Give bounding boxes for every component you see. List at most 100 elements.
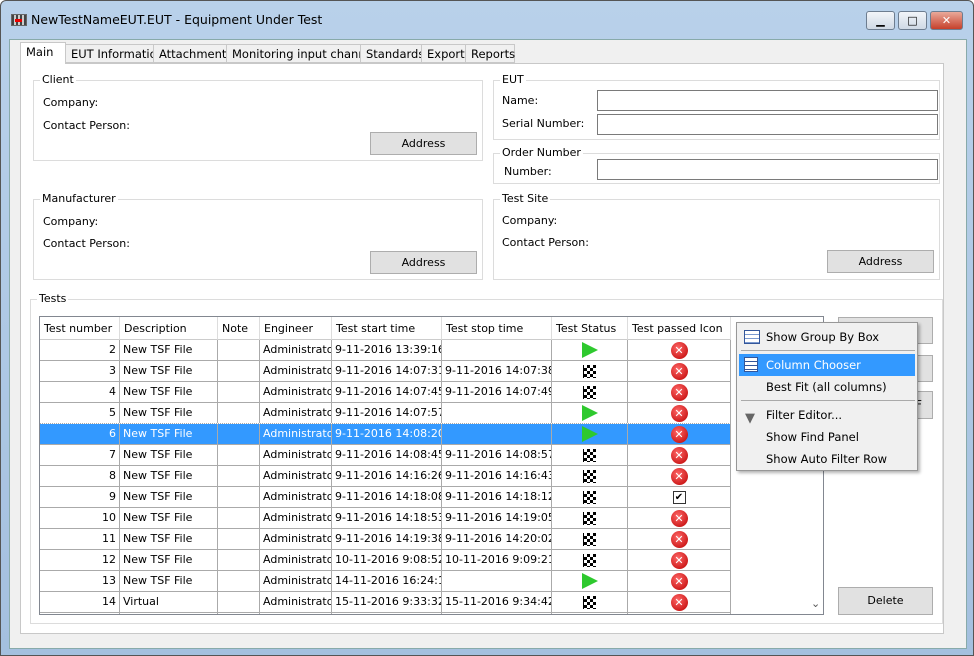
- table-row[interactable]: 6 New TSF File Administrator 9-11-2016 14:0…: [40, 423, 732, 446]
- cell-test-passed: ✕: [628, 382, 731, 403]
- cell-engineer: Administrator: [260, 424, 332, 445]
- context-menu: Show Group By Box Column Chooser Best Fi…: [736, 322, 918, 471]
- cell-test-passed: ✕: [628, 571, 731, 592]
- cell-description: [120, 613, 218, 614]
- column-header-engineer[interactable]: Engineer: [260, 317, 332, 340]
- cell-test-status: [552, 445, 628, 466]
- cell-engineer: Administrator: [260, 403, 332, 424]
- table-row[interactable]: 3 New TSF File Administrator 9-11-2016 14:0…: [40, 361, 731, 382]
- column-header-test-status[interactable]: Test Status: [552, 317, 628, 340]
- tab-monitoring-input-channels[interactable]: Monitoring input channels: [226, 44, 382, 63]
- manufacturer-contact-label: Contact Person:: [43, 237, 130, 250]
- cell-description: New TSF File: [120, 340, 218, 361]
- menu-label: Show Auto Filter Row: [766, 452, 888, 466]
- cell-test-status: [552, 571, 628, 592]
- table-row[interactable]: 11 New TSF File Administrator 9-11-2016 14:…: [40, 529, 731, 550]
- column-header-stop-time[interactable]: Test stop time: [442, 317, 552, 340]
- table-row[interactable]: 8 New TSF File Administrator 9-11-2016 14:1…: [40, 466, 731, 487]
- cell-stop-time: [442, 613, 552, 614]
- cell-note: [218, 613, 260, 614]
- scroll-down-arrow[interactable]: ⌄: [811, 597, 820, 610]
- manufacturer-company-label: Company:: [43, 215, 99, 228]
- column-header-test-number[interactable]: Test number: [40, 317, 120, 340]
- close-button[interactable]: ✕: [930, 11, 963, 30]
- cell-test-number: 10: [40, 508, 120, 529]
- cell-description: New TSF File: [120, 403, 218, 424]
- cell-stop-time: 9-11-2016 14:07:49: [442, 382, 552, 403]
- order-number-input[interactable]: [597, 159, 938, 180]
- cell-test-number: 3: [40, 361, 120, 382]
- menu-item-show-group-by-box[interactable]: Show Group By Box: [739, 326, 915, 348]
- tab-main[interactable]: Main: [20, 42, 66, 64]
- cell-start-time: 9-11-2016 14:08:45: [332, 445, 442, 466]
- cell-test-number: [40, 613, 120, 614]
- tab-export[interactable]: Export: [421, 44, 466, 63]
- cell-stop-time: [442, 571, 552, 592]
- column-header-note[interactable]: Note: [218, 317, 260, 340]
- table-row[interactable]: 5 New TSF File Administrator 9-11-2016 14:0…: [40, 403, 731, 424]
- table-row[interactable]: 4 New TSF File Administrator 9-11-2016 14:0…: [40, 382, 731, 403]
- checkered-flag-icon: [583, 511, 596, 525]
- menu-item-show-auto-filter-row[interactable]: Show Auto Filter Row: [739, 448, 915, 470]
- table-row[interactable]: 13 New TSF File Administrator 14-11-2016 16…: [40, 571, 731, 592]
- cell-test-passed: ✕: [628, 445, 731, 466]
- cell-engineer: Administrator: [260, 466, 332, 487]
- menu-item-show-find-panel[interactable]: Show Find Panel: [739, 426, 915, 448]
- table-row[interactable]: ✕: [40, 613, 731, 614]
- tab-standards[interactable]: Standards: [360, 44, 424, 63]
- failed-x-icon: ✕: [670, 509, 688, 527]
- cell-stop-time: 10-11-2016 9:09:21: [442, 550, 552, 571]
- table-row[interactable]: 14 Virtual Administrator 15-11-2016 9:33:32…: [40, 592, 731, 613]
- cell-start-time: 9-11-2016 14:19:38: [332, 529, 442, 550]
- column-header-test-passed[interactable]: Test passed Icon: [628, 317, 731, 340]
- failed-x-icon: ✕: [670, 341, 688, 359]
- cell-test-passed: ✕: [628, 508, 731, 529]
- cell-engineer: [260, 613, 332, 614]
- eut-serial-input[interactable]: [597, 114, 938, 135]
- maximize-button[interactable]: □: [898, 11, 927, 30]
- tests-legend: Tests: [37, 292, 69, 305]
- cell-test-number: 7: [40, 445, 120, 466]
- cell-test-number: 8: [40, 466, 120, 487]
- menu-label: Show Find Panel: [766, 430, 859, 444]
- failed-x-icon: ✕: [670, 467, 688, 485]
- column-header-description[interactable]: Description: [120, 317, 218, 340]
- client-address-button[interactable]: Address: [370, 132, 477, 155]
- column-header-start-time[interactable]: Test start time: [332, 317, 442, 340]
- manufacturer-address-button[interactable]: Address: [370, 251, 477, 274]
- cell-test-passed: ✕: [628, 466, 731, 487]
- cell-note: [218, 403, 260, 424]
- table-row[interactable]: 10 New TSF File Administrator 9-11-2016 14:…: [40, 508, 731, 529]
- tab-attachments[interactable]: Attachments: [153, 44, 232, 63]
- cell-test-number: 5: [40, 403, 120, 424]
- cell-description: New TSF File: [120, 382, 218, 403]
- menu-item-best-fit[interactable]: Best Fit (all columns): [739, 376, 915, 398]
- tab-eut-information[interactable]: EUT Information: [65, 44, 164, 63]
- client-company-label: Company:: [43, 96, 99, 109]
- tests-grid[interactable]: ⌄ Test number Description Note Engineer Test…: [39, 316, 824, 615]
- tab-reports[interactable]: Reports: [465, 44, 515, 63]
- cell-stop-time: 9-11-2016 14:20:02: [442, 529, 552, 550]
- cell-start-time: 9-11-2016 14:08:20: [332, 424, 442, 445]
- cell-stop-time: 9-11-2016 14:18:12: [442, 487, 552, 508]
- cell-note: [218, 508, 260, 529]
- table-row[interactable]: 7 New TSF File Administrator 9-11-2016 14:0…: [40, 445, 731, 466]
- menu-item-column-chooser[interactable]: Column Chooser: [739, 354, 915, 376]
- failed-x-icon: ✕: [670, 530, 688, 548]
- table-row[interactable]: 2 New TSF File Administrator 9-11-2016 13:3…: [40, 340, 731, 361]
- menu-item-filter-editor[interactable]: ▼ Filter Editor...: [739, 404, 915, 426]
- delete-button[interactable]: Delete: [838, 587, 933, 615]
- window-title: NewTestNameEUT.EUT - Equipment Under Tes…: [31, 12, 323, 27]
- app-icon: [11, 14, 27, 26]
- cell-engineer: Administrator: [260, 361, 332, 382]
- cell-test-status: [552, 382, 628, 403]
- minimize-button[interactable]: ▁: [866, 11, 895, 30]
- order-legend: Order Number: [500, 146, 583, 159]
- eut-name-input[interactable]: [597, 90, 938, 111]
- test-site-address-button[interactable]: Address: [827, 250, 934, 273]
- table-row[interactable]: 12 New TSF File Administrator 10-11-2016 9:…: [40, 550, 731, 571]
- failed-x-icon: ✕: [670, 362, 688, 380]
- table-row[interactable]: 9 New TSF File Administrator 9-11-2016 14:1…: [40, 487, 731, 508]
- checkered-flag-icon: [583, 490, 596, 504]
- cell-test-passed: ✕: [628, 613, 731, 614]
